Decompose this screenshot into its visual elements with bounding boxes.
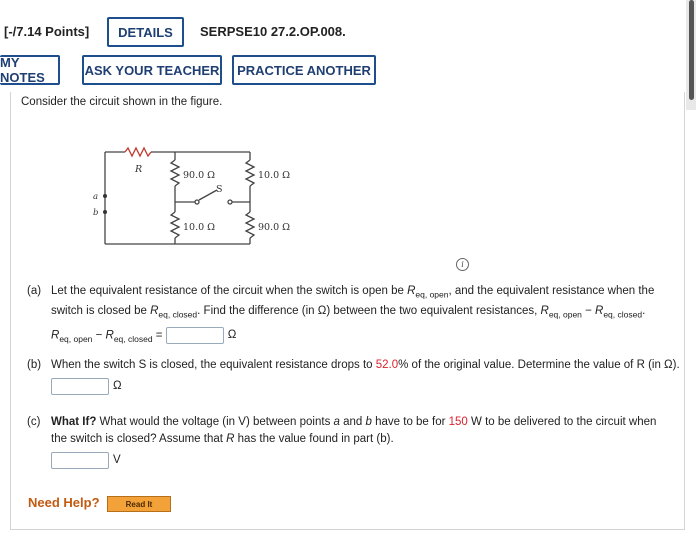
practice-another-button[interactable]: PRACTICE ANOTHER xyxy=(232,55,376,85)
switch-label: S xyxy=(216,184,223,195)
read-it-button[interactable]: Read It xyxy=(107,496,171,512)
node-b-label: b xyxy=(93,208,98,218)
part-c-text: has the value found in part (b). xyxy=(234,433,394,445)
answer-b-input[interactable] xyxy=(51,378,109,395)
r-bot-right-label: 90.0 Ω xyxy=(258,222,290,233)
answer-c-input[interactable] xyxy=(51,452,109,469)
req-open-sub: eq, open xyxy=(548,309,582,320)
dot: . xyxy=(642,305,646,318)
answer-c-unit: V xyxy=(113,454,121,466)
part-a-label: (a) xyxy=(27,285,42,297)
r-label: R xyxy=(134,164,142,175)
part-c-text: and xyxy=(339,416,366,428)
part-a-text: and the equivalent resistance when the xyxy=(451,285,655,297)
req-closed-sub: eq, closed xyxy=(603,309,643,320)
part-a-text: Find the difference (in Ω) between the t… xyxy=(200,305,541,318)
part-c: (c) What If? What would the voltage (in V… xyxy=(27,414,687,470)
scrollbar-thumb[interactable] xyxy=(689,0,694,100)
info-icon[interactable]: i xyxy=(456,258,469,271)
r-bot-mid-label: 10.0 Ω xyxy=(183,222,215,233)
req-symbol: R xyxy=(105,329,114,342)
part-a-text: Let the equivalent resistance of the cir… xyxy=(51,285,408,297)
part-c-text: the switch is closed? Assume that xyxy=(51,433,227,445)
r-top-mid-label: 90.0 Ω xyxy=(183,170,215,181)
problem-header: [-/7.14 Points] DETAILS SERPSE10 27.2.OP… xyxy=(0,0,700,95)
part-b-text: When the switch S is closed, the equival… xyxy=(51,359,376,371)
r-top-right-label: 10.0 Ω xyxy=(258,170,290,181)
part-b-label: (b) xyxy=(27,359,42,371)
answer-a-unit: Ω xyxy=(227,328,237,341)
need-help-label: Need Help? xyxy=(28,495,100,510)
my-notes-button[interactable]: MY NOTES xyxy=(0,55,60,85)
ask-teacher-button[interactable]: ASK YOUR TEACHER xyxy=(82,55,222,85)
part-c-text: W to be delivered to the circuit when xyxy=(467,416,657,428)
points-label: [-/7.14 Points] xyxy=(4,24,90,39)
answer-a-input[interactable] xyxy=(165,326,224,344)
part-a: (a) Let the equivalent resistance of the … xyxy=(27,283,677,347)
part-a-text: switch is closed be xyxy=(51,305,151,318)
req-closed-sub: eq, closed xyxy=(113,333,153,344)
part-c-label: (c) xyxy=(27,416,41,428)
req-open-sub: eq, open xyxy=(415,289,449,300)
percent-value: 52.0 xyxy=(375,359,399,371)
details-button[interactable]: DETAILS xyxy=(107,17,184,47)
node-a-label: a xyxy=(93,192,98,202)
intro-text: Consider the circuit shown in the figure… xyxy=(21,96,223,108)
req-open-sub: eq, open xyxy=(59,333,93,344)
part-b: (b) When the switch S is closed, the equi… xyxy=(27,357,687,396)
part-b-text: % of the original value. Determine the v… xyxy=(398,359,680,371)
answer-b-unit: Ω xyxy=(113,380,122,392)
part-c-text: have to be for xyxy=(371,416,449,428)
req-closed-sub: eq, closed xyxy=(158,309,198,320)
minus: − xyxy=(92,329,106,342)
circuit-figure: R 90.0 Ω 10.0 Ω S 10.0 Ω 90.0 Ω a b xyxy=(93,146,290,245)
part-c-text: What would the voltage (in V) between po… xyxy=(96,416,334,428)
req-symbol: R xyxy=(540,305,549,318)
watts-value: 150 xyxy=(448,416,468,428)
minus: − xyxy=(581,305,596,318)
problem-id: SERPSE10 27.2.OP.008. xyxy=(200,24,346,39)
what-if-label: What If? xyxy=(51,416,97,428)
equals: = xyxy=(152,329,163,342)
